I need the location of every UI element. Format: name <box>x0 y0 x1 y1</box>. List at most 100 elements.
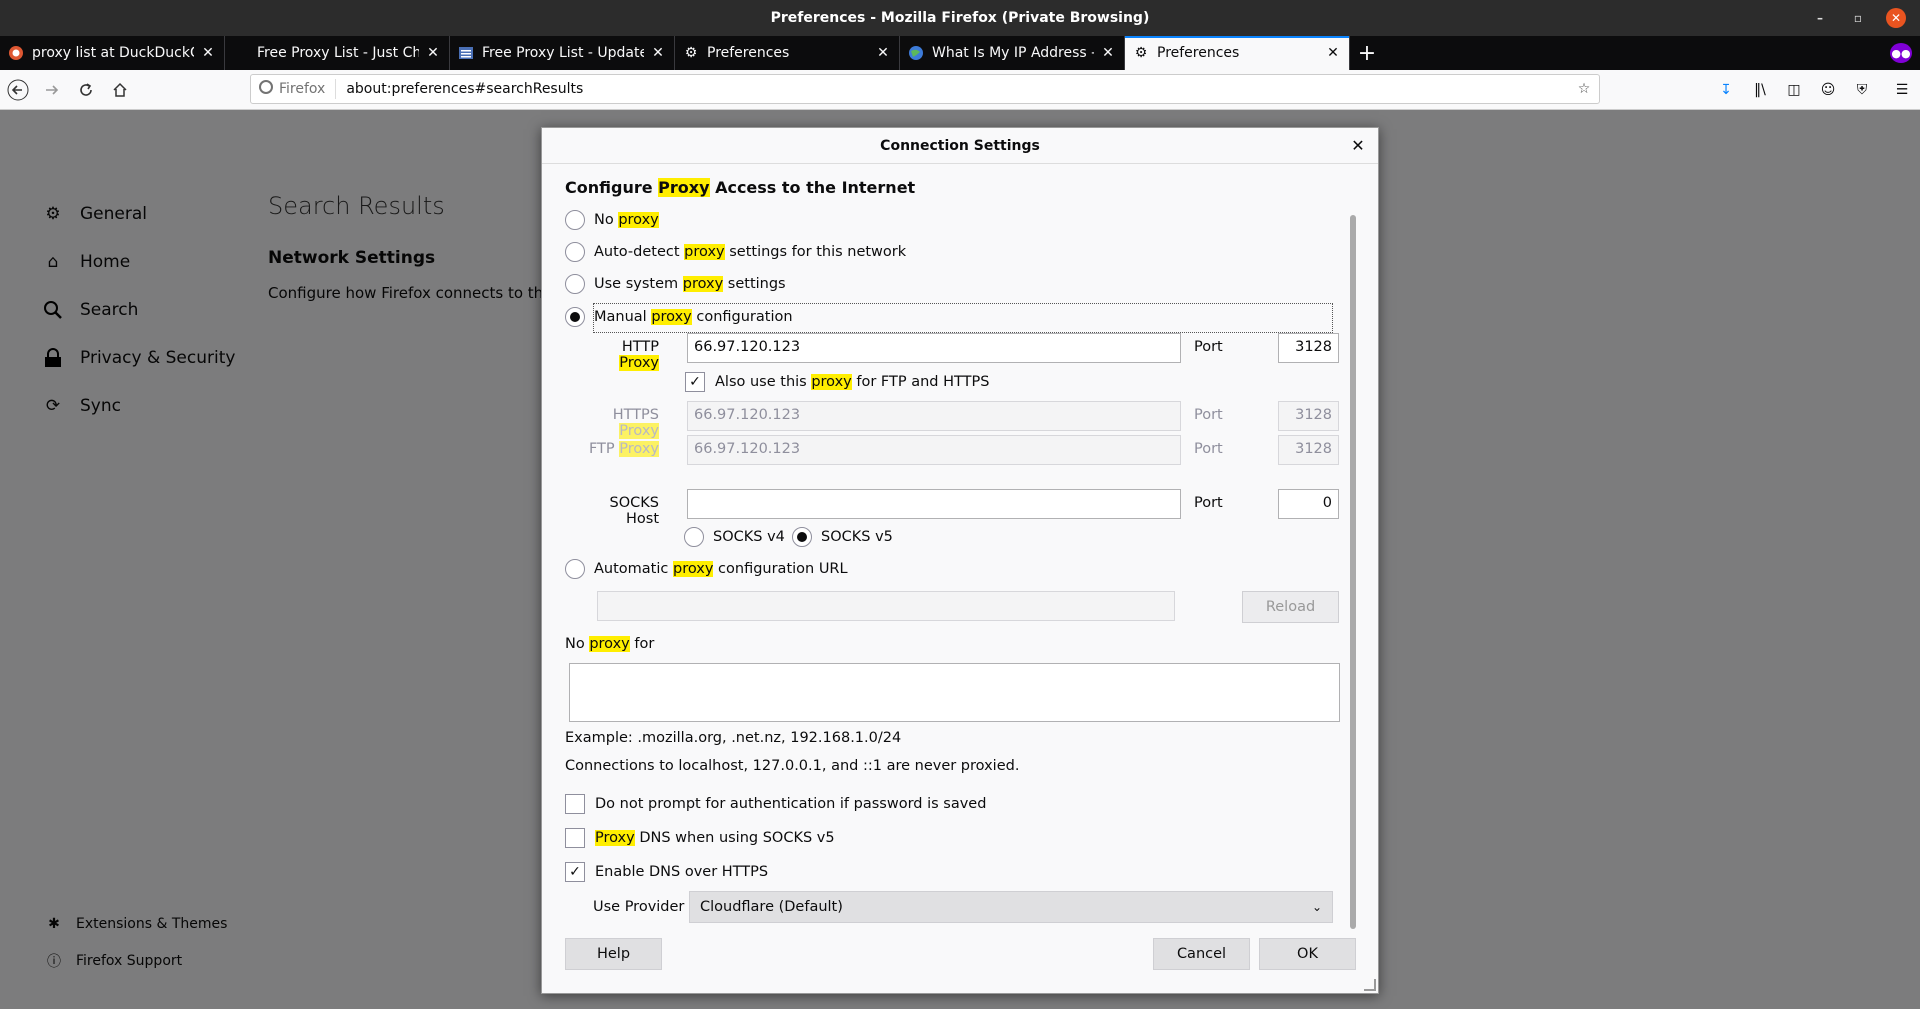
tab-strip: proxy list at DuckDuckGo ✕ Free Proxy Li… <box>0 36 1920 70</box>
dialog-scrollbar[interactable] <box>1350 215 1356 929</box>
https-proxy-label: HTTPS Proxy <box>612 407 659 439</box>
home-button[interactable] <box>104 74 136 106</box>
tab-what-is-my-ip[interactable]: What Is My IP Address - S ✕ <box>900 36 1125 70</box>
https-port-label: Port <box>1194 407 1223 423</box>
library-icon[interactable]: ‖\ <box>1748 74 1772 106</box>
socks-host-label: SOCKS Host <box>609 495 659 527</box>
window-title: Preferences - Mozilla Firefox (Private B… <box>770 10 1150 26</box>
option-label: Auto-detect proxy settings for this netw… <box>594 244 907 260</box>
ftp-proxy-label: FTP Proxy <box>588 441 659 457</box>
https-proxy-input[interactable]: 66.97.120.123 <box>687 401 1181 431</box>
forward-button[interactable] <box>36 74 68 106</box>
tab-preferences-active[interactable]: ⚙ Preferences ✕ <box>1125 36 1350 70</box>
socks-v4-radio[interactable] <box>684 527 704 547</box>
dialog-header: Connection Settings ✕ <box>542 128 1378 164</box>
close-icon[interactable]: ✕ <box>1348 136 1368 156</box>
http-port-label: Port <box>1194 339 1223 355</box>
maximize-icon[interactable]: ▫ <box>1848 8 1868 28</box>
socks-v5-option[interactable]: SOCKS v5 <box>792 527 893 547</box>
firefox-logo-icon <box>259 80 273 98</box>
dns-over-https-option[interactable]: ✓ Enable DNS over HTTPS <box>565 862 768 882</box>
manual-proxy-radio[interactable] <box>565 307 585 327</box>
chevron-down-icon: ⌄ <box>1311 900 1322 914</box>
auto-proxy-url-input[interactable] <box>597 591 1175 621</box>
https-port-input[interactable]: 3128 <box>1278 401 1339 431</box>
proxy-dns-option[interactable]: Proxy DNS when using SOCKS v5 <box>565 828 835 848</box>
system-proxy-option[interactable]: Use system proxy settings <box>565 274 786 294</box>
cancel-button[interactable]: Cancel <box>1153 938 1250 970</box>
close-tab-icon[interactable]: ✕ <box>650 45 666 61</box>
account-icon[interactable]: ☺ <box>1816 74 1840 106</box>
provider-value: Cloudflare (Default) <box>700 899 843 915</box>
http-port-input[interactable]: 3128 <box>1278 333 1339 363</box>
no-proxy-for-label: No proxy for <box>565 636 655 652</box>
no-proxy-textarea[interactable] <box>569 663 1340 722</box>
menu-icon[interactable]: ☰ <box>1890 74 1914 106</box>
reload-button[interactable]: Reload <box>1242 591 1339 623</box>
globe-icon <box>908 45 924 61</box>
navigation-toolbar: Firefox about:preferences#searchResults … <box>0 70 1920 110</box>
option-label: Also use this proxy for FTP and HTTPS <box>715 374 990 390</box>
help-button[interactable]: Help <box>565 938 662 970</box>
provider-select[interactable]: Cloudflare (Default) ⌄ <box>689 891 1333 923</box>
bookmark-star-icon[interactable]: ☆ <box>1569 81 1599 97</box>
socks-v5-radio[interactable] <box>792 527 812 547</box>
also-use-proxy-option[interactable]: ✓ Also use this proxy for FTP and HTTPS <box>685 372 989 392</box>
tab-preferences-1[interactable]: ⚙ Preferences ✕ <box>675 36 900 70</box>
shield-icon[interactable]: ⛨ <box>1850 74 1874 106</box>
toolbar-right: ↧ ‖\ ◫ ☺ ⛨ ☰ <box>1712 74 1914 106</box>
identity-box[interactable]: Firefox <box>259 79 337 99</box>
close-window-icon[interactable]: ✕ <box>1886 8 1906 28</box>
socks-port-input[interactable]: 0 <box>1278 489 1339 519</box>
url-bar[interactable]: Firefox about:preferences#searchResults … <box>250 74 1600 104</box>
window-controls: – ▫ ✕ <box>1810 0 1920 36</box>
dns-over-https-checkbox[interactable]: ✓ <box>565 862 585 882</box>
resize-grip-icon[interactable] <box>1364 979 1376 991</box>
no-proxy-option[interactable]: No proxy <box>565 210 659 230</box>
ok-button[interactable]: OK <box>1259 938 1356 970</box>
option-label: SOCKS v5 <box>821 529 893 545</box>
window-titlebar: Preferences - Mozilla Firefox (Private B… <box>0 0 1920 36</box>
close-tab-icon[interactable]: ✕ <box>1325 45 1341 61</box>
close-tab-icon[interactable]: ✕ <box>875 45 891 61</box>
auto-detect-radio[interactable] <box>565 242 585 262</box>
downloads-icon[interactable]: ↧ <box>1714 74 1738 106</box>
http-proxy-input[interactable]: 66.97.120.123 <box>687 333 1181 363</box>
proxy-dns-checkbox[interactable] <box>565 828 585 848</box>
reload-button[interactable] <box>70 74 102 106</box>
tab-free-proxy-list-1[interactable]: Free Proxy List - Just Che ✕ <box>225 36 450 70</box>
option-label: No proxy <box>594 212 659 228</box>
option-label: Automatic proxy configuration URL <box>594 561 848 577</box>
tab-duckduckgo[interactable]: proxy list at DuckDuckGo ✕ <box>0 36 225 70</box>
use-provider-label: Use Provider <box>593 899 685 915</box>
socks-host-input[interactable] <box>687 489 1181 519</box>
socks-v4-option[interactable]: SOCKS v4 <box>684 527 785 547</box>
new-tab-button[interactable]: + <box>1350 36 1384 70</box>
close-tab-icon[interactable]: ✕ <box>425 45 441 61</box>
option-label: Manual proxy configuration <box>594 309 793 325</box>
auto-detect-option[interactable]: Auto-detect proxy settings for this netw… <box>565 242 906 262</box>
sidebar-icon[interactable]: ◫ <box>1782 74 1806 106</box>
no-proxy-radio[interactable] <box>565 210 585 230</box>
auto-proxy-url-option[interactable]: Automatic proxy configuration URL <box>565 559 848 579</box>
dialog-title: Connection Settings <box>880 137 1040 154</box>
close-tab-icon[interactable]: ✕ <box>200 45 216 61</box>
auto-proxy-url-radio[interactable] <box>565 559 585 579</box>
back-button[interactable] <box>2 74 34 106</box>
minimize-icon[interactable]: – <box>1810 8 1830 28</box>
tab-label: Free Proxy List - Update <box>482 45 644 61</box>
tab-label: Preferences <box>707 45 790 61</box>
tab-free-proxy-list-2[interactable]: Free Proxy List - Update ✕ <box>450 36 675 70</box>
also-use-checkbox[interactable]: ✓ <box>685 372 705 392</box>
localhost-note: Connections to localhost, 127.0.0.1, and… <box>565 758 1020 774</box>
tab-label: What Is My IP Address - S <box>932 45 1094 61</box>
url-text[interactable]: about:preferences#searchResults <box>336 81 1569 97</box>
ftp-proxy-input[interactable]: 66.97.120.123 <box>687 435 1181 465</box>
system-proxy-radio[interactable] <box>565 274 585 294</box>
manual-proxy-option[interactable]: Manual proxy configuration <box>565 307 793 327</box>
no-prompt-auth-checkbox[interactable] <box>565 794 585 814</box>
no-prompt-auth-option[interactable]: Do not prompt for authentication if pass… <box>565 794 986 814</box>
close-tab-icon[interactable]: ✕ <box>1100 45 1116 61</box>
option-label: Enable DNS over HTTPS <box>595 864 769 880</box>
ftp-port-input[interactable]: 3128 <box>1278 435 1339 465</box>
